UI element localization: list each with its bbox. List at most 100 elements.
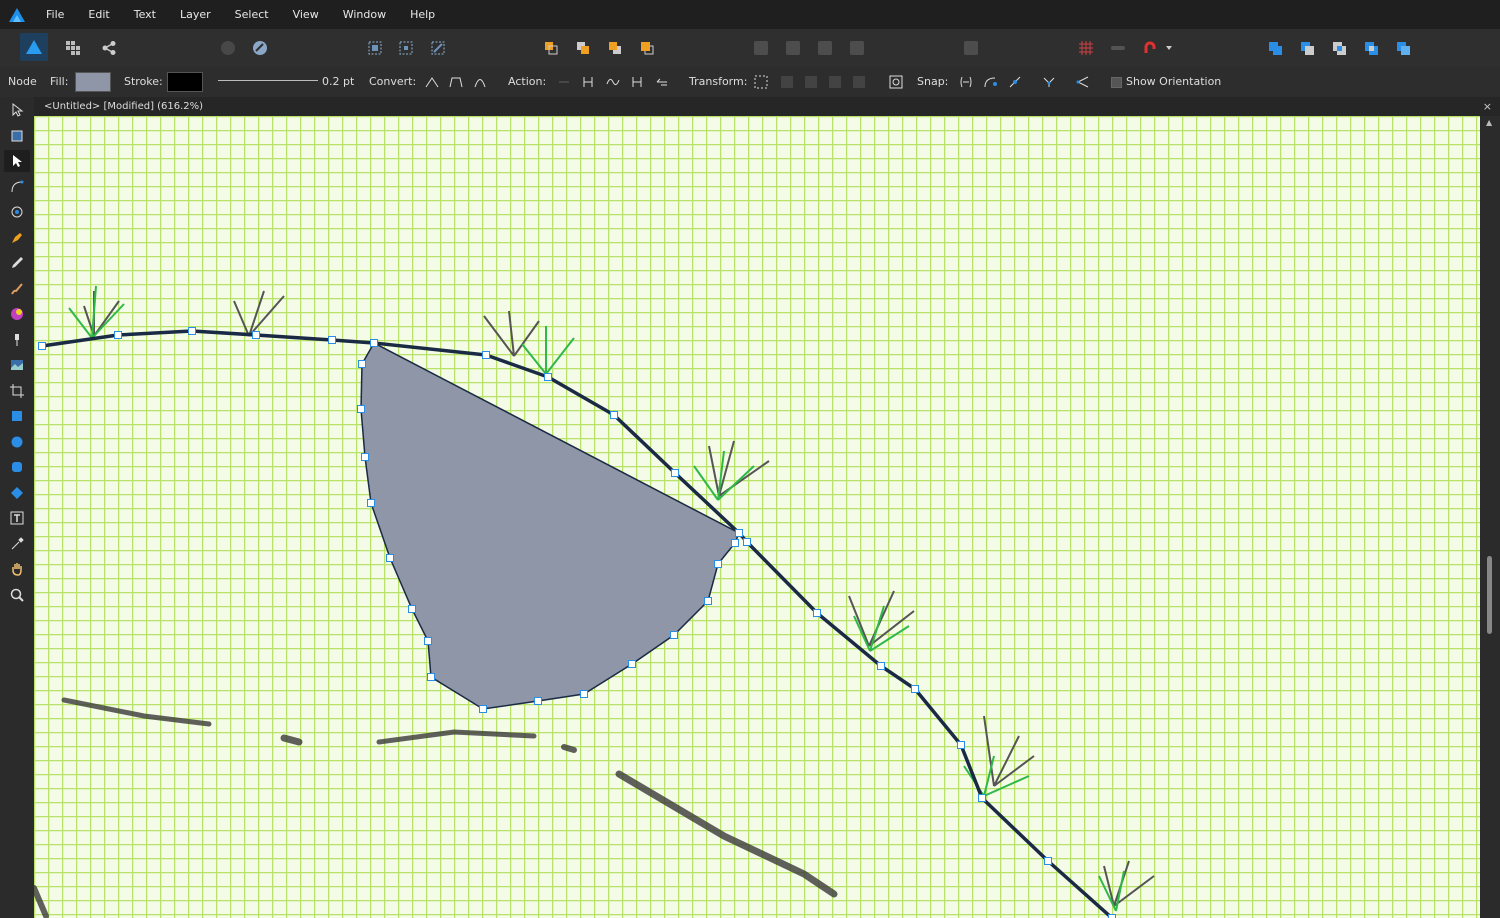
snap-option-4-icon[interactable] [1040,73,1058,91]
artistic-text-tool-icon[interactable] [4,507,30,529]
path-node[interactable] [714,560,722,568]
view-hand-tool-icon[interactable] [4,558,30,580]
boolean-subtract-icon[interactable] [1296,37,1318,59]
path-node[interactable] [978,794,986,802]
path-node[interactable] [367,499,375,507]
path-node[interactable] [408,605,416,613]
path-node[interactable] [361,453,369,461]
path-node[interactable] [252,331,260,339]
artboard-tool-icon[interactable] [4,125,30,147]
path-node[interactable] [704,597,712,605]
path-node[interactable] [670,631,678,639]
vector-brush-tool-icon[interactable] [4,278,30,300]
align-icon[interactable] [960,37,982,59]
snapping-grid-icon[interactable] [1075,37,1097,59]
snapping-magnet-icon[interactable] [1139,37,1161,59]
action-break-curve-icon[interactable] [555,73,573,91]
pixel-persona-icon[interactable] [62,37,84,59]
move-back-one-icon[interactable] [572,37,594,59]
rounded-rectangle-tool-icon[interactable] [4,456,30,478]
path-node[interactable] [386,554,394,562]
invert-selection-icon[interactable] [427,37,449,59]
move-tool-icon[interactable] [4,99,30,121]
move-to-front-icon[interactable] [636,37,658,59]
shape-tool-icon[interactable] [4,482,30,504]
place-image-tool-icon[interactable] [4,354,30,376]
action-join-curves-icon[interactable] [628,73,646,91]
show-orientation-checkbox[interactable] [1110,73,1122,91]
path-node[interactable] [813,609,821,617]
snap-option-3-icon[interactable] [1006,73,1024,91]
path-node[interactable] [427,673,435,681]
path-node[interactable] [38,342,46,350]
node-tool-icon[interactable] [4,150,30,172]
transparency-tool-icon[interactable] [4,329,30,351]
menu-window[interactable]: Window [331,0,398,29]
rectangle-tool-icon[interactable] [4,405,30,427]
path-node[interactable] [1108,914,1116,918]
scrollbar-thumb[interactable] [1487,556,1492,634]
convert-sharp-icon[interactable] [423,73,441,91]
path-node[interactable] [735,529,743,537]
path-node[interactable] [357,405,365,413]
menu-view[interactable]: View [281,0,331,29]
path-node[interactable] [114,331,122,339]
select-all-icon[interactable] [364,37,386,59]
vertical-scrollbar[interactable]: ▲ [1480,116,1500,918]
flip-vertical-icon[interactable] [782,37,804,59]
ellipse-tool-icon[interactable] [4,431,30,453]
canvas[interactable] [34,116,1480,918]
fill-tool-icon[interactable] [4,303,30,325]
export-persona-icon[interactable] [98,37,120,59]
path-node[interactable] [370,339,378,347]
scroll-up-icon[interactable]: ▲ [1486,118,1492,127]
transform-option-2-icon[interactable] [802,73,820,91]
stroke-width-value[interactable]: 0.2 pt [322,75,354,88]
move-to-back-icon[interactable] [540,37,562,59]
crop-tool-icon[interactable] [4,380,30,402]
transform-option-4-icon[interactable] [850,73,868,91]
snap-option-1-icon[interactable] [957,73,975,91]
pencil-tool-icon[interactable] [4,252,30,274]
path-node[interactable] [877,662,885,670]
action-close-curve-icon[interactable] [579,73,597,91]
path-node[interactable] [188,327,196,335]
path-node[interactable] [731,539,739,547]
path-node[interactable] [534,697,542,705]
path-node[interactable] [479,705,487,713]
path-node[interactable] [1044,857,1052,865]
menu-file[interactable]: File [34,0,76,29]
document-tab[interactable]: <Untitled> [Modified] (616.2%) × [34,97,1500,116]
fill-swatch[interactable] [75,72,111,92]
menu-select[interactable]: Select [223,0,281,29]
close-icon[interactable]: × [1483,97,1492,116]
point-transform-tool-icon[interactable] [4,201,30,223]
path-node[interactable] [628,660,636,668]
menu-layer[interactable]: Layer [168,0,223,29]
rotate-right-icon[interactable] [846,37,868,59]
path-node[interactable] [328,336,336,344]
menu-text[interactable]: Text [122,0,168,29]
select-none-icon[interactable] [395,37,417,59]
rotate-left-icon[interactable] [814,37,836,59]
boolean-xor-icon[interactable] [1360,37,1382,59]
zoom-tool-icon[interactable] [4,584,30,606]
move-forward-one-icon[interactable] [604,37,626,59]
path-node[interactable] [482,351,490,359]
menu-edit[interactable]: Edit [76,0,121,29]
transform-mode-icon[interactable] [752,73,770,91]
assistant-icon[interactable] [217,37,239,59]
snapping-eraser-icon[interactable] [249,37,271,59]
convert-smart-icon[interactable] [471,73,489,91]
app-logo-icon[interactable] [0,0,34,29]
canvas-drawing[interactable] [34,116,1480,918]
action-reverse-curve-icon[interactable] [653,73,671,91]
path-node[interactable] [957,741,965,749]
path-node[interactable] [580,690,588,698]
menu-help[interactable]: Help [398,0,447,29]
snapping-options-icon[interactable] [1107,37,1129,59]
color-picker-tool-icon[interactable] [4,533,30,555]
boolean-divide-icon[interactable] [1392,37,1414,59]
action-smooth-curve-icon[interactable] [604,73,622,91]
boolean-add-icon[interactable] [1264,37,1286,59]
